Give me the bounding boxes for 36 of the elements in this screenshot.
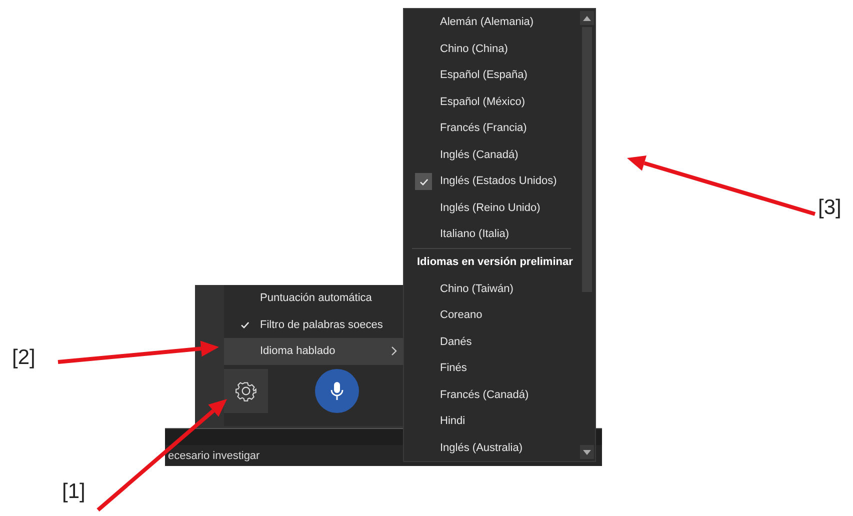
language-item[interactable]: Inglés (Reino Unido): [404, 194, 579, 221]
settings-button[interactable]: [224, 369, 268, 413]
annotation-label: [3]: [818, 196, 842, 220]
language-item[interactable]: Inglés (Canadá): [404, 142, 579, 168]
annotation-label: [2]: [12, 346, 36, 370]
language-item[interactable]: Francés (Canadá): [404, 382, 579, 408]
language-item[interactable]: Italiano (Italia): [404, 221, 579, 248]
language-item[interactable]: Chino (Taiwán): [404, 276, 579, 302]
language-item[interactable]: Español (México): [404, 88, 579, 115]
transcript-text: ecesario investigar: [168, 450, 260, 462]
check-icon: [415, 173, 432, 190]
menu-item[interactable]: Filtro de palabras soeces: [224, 312, 405, 338]
language-item[interactable]: Danés: [404, 328, 579, 355]
language-item[interactable]: Chino (China): [404, 36, 579, 62]
microphone-button[interactable]: [315, 369, 359, 413]
language-item[interactable]: Español (España): [404, 62, 579, 88]
microphone-icon: [330, 381, 344, 401]
language-item[interactable]: Francés (Francia): [404, 115, 579, 142]
scroll-up-button[interactable]: [580, 11, 594, 25]
language-item[interactable]: Hindi: [404, 408, 579, 434]
menu-item[interactable]: Idioma hablado: [224, 338, 405, 364]
language-item[interactable]: Coreano: [404, 302, 579, 328]
annotation-label: [1]: [62, 480, 86, 504]
language-item[interactable]: Inglés (Australia): [404, 434, 579, 461]
triangle-down-icon: [583, 450, 591, 454]
language-item[interactable]: Inglés (Estados Unidos): [404, 168, 579, 194]
chevron-right-icon: [391, 346, 397, 356]
check-icon: [240, 320, 250, 330]
scroll-down-button[interactable]: [580, 445, 594, 459]
language-item[interactable]: Alemán (Alemania): [404, 9, 579, 36]
section-header: Idiomas en versión preliminar: [416, 254, 574, 270]
settings-icon: [235, 380, 257, 402]
triangle-up-icon: [583, 16, 591, 20]
scrollbar[interactable]: [579, 9, 595, 461]
menu-item[interactable]: Puntuación automática: [224, 285, 405, 312]
language-item[interactable]: Finés: [404, 355, 579, 382]
